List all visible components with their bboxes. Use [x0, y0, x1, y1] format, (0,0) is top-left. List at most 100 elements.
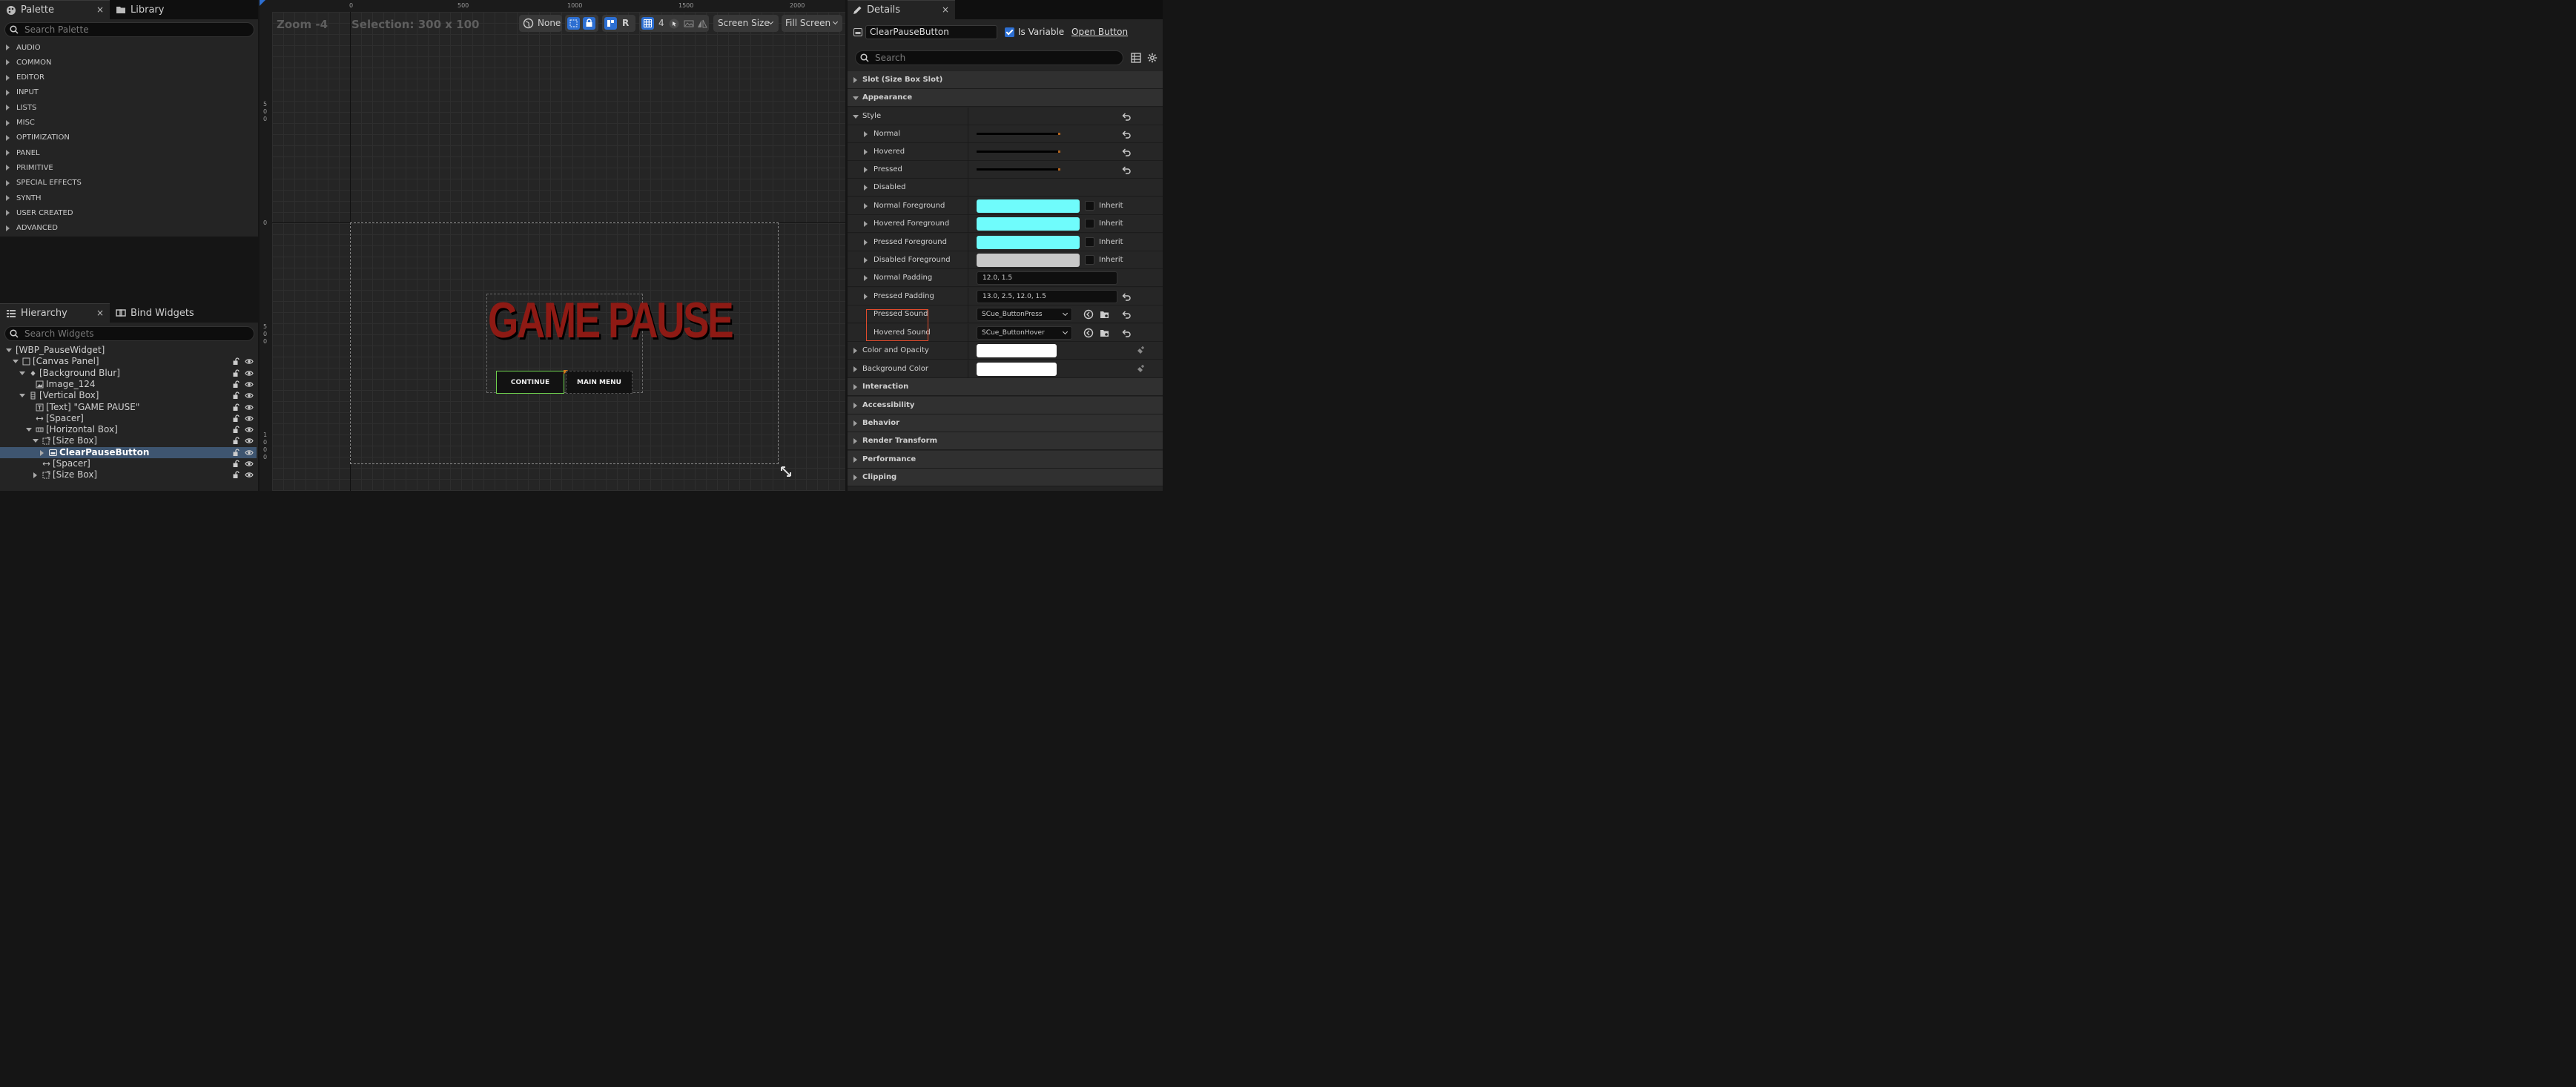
grid-icon[interactable]: [641, 17, 654, 30]
appearance-section[interactable]: Appearance: [848, 89, 1163, 107]
hierarchy-item[interactable]: [WBP_PauseWidget]: [0, 345, 257, 356]
unlock-icon[interactable]: [232, 471, 240, 479]
expand-arrow-icon[interactable]: [33, 472, 37, 479]
game-pause-title[interactable]: GAME PAUSE: [488, 291, 734, 350]
eye-icon[interactable]: [245, 392, 254, 399]
unlock-icon[interactable]: [232, 414, 240, 423]
pressed-foreground-swatch[interactable]: [977, 236, 1080, 249]
clipping-section[interactable]: Clipping: [848, 469, 1163, 486]
inherit-checkbox[interactable]: [1085, 219, 1094, 228]
pressed-brush-preview[interactable]: [977, 168, 1060, 171]
eye-icon[interactable]: [245, 381, 254, 388]
normal-brush-preview[interactable]: [977, 133, 1060, 135]
reset-arrow-icon[interactable]: [1121, 328, 1132, 338]
designer-canvas[interactable]: 0 500 1000 1500 2000 500 0 500 1000 Zoom…: [260, 0, 845, 491]
resize-handle-icon[interactable]: [779, 464, 793, 479]
palette-category[interactable]: SPECIAL EFFECTS: [0, 176, 257, 191]
open-button-link[interactable]: Open Button: [1071, 27, 1128, 37]
selection-tools-group[interactable]: [565, 15, 598, 32]
background-color-row[interactable]: Background Color: [848, 360, 1163, 378]
unlock-icon[interactable]: [232, 426, 240, 434]
eye-icon[interactable]: [245, 426, 254, 433]
hierarchy-item[interactable]: [Background Blur]: [0, 368, 257, 379]
browse-asset-icon[interactable]: [1100, 328, 1110, 338]
pressed-padding-row[interactable]: Pressed Padding 13.0, 2.5, 12.0, 1.5: [848, 288, 1163, 305]
pressed-foreground-row[interactable]: Pressed Foreground Inherit: [848, 234, 1163, 251]
eye-icon[interactable]: [245, 404, 254, 411]
hovered-foreground-row[interactable]: Hovered Foreground Inherit: [848, 215, 1163, 233]
pressed-sound-dropdown[interactable]: SCue_ButtonPress: [977, 308, 1072, 321]
close-icon[interactable]: ×: [96, 4, 104, 15]
main-menu-button[interactable]: MAIN MENU: [566, 371, 633, 394]
hierarchy-item[interactable]: [Spacer]: [0, 458, 257, 469]
details-search[interactable]: [855, 50, 1123, 65]
hovered-brush-row[interactable]: Hovered: [848, 143, 1163, 161]
reset-arrow-icon[interactable]: [1121, 291, 1132, 302]
slot-section[interactable]: Slot (Size Box Slot): [848, 71, 1163, 89]
unlock-icon[interactable]: [232, 357, 240, 366]
palette-search-input[interactable]: [24, 24, 236, 35]
marquee-icon[interactable]: [567, 17, 580, 30]
unlock-icon[interactable]: [232, 437, 240, 445]
bind-icon[interactable]: [1135, 346, 1146, 356]
eye-icon[interactable]: [245, 370, 254, 377]
layout-tools-group[interactable]: R: [602, 15, 635, 32]
palette-category[interactable]: PRIMITIVE: [0, 160, 257, 175]
tab-details[interactable]: Details ×: [848, 0, 955, 19]
collapse-arrow-icon[interactable]: [19, 394, 25, 398]
collapse-arrow-icon[interactable]: [13, 360, 19, 364]
accessibility-section[interactable]: Accessibility: [848, 397, 1163, 414]
eye-icon[interactable]: [245, 415, 254, 422]
hovered-foreground-swatch[interactable]: [977, 217, 1080, 231]
details-search-input[interactable]: [875, 53, 1102, 63]
close-icon[interactable]: ×: [96, 308, 104, 318]
transform-icon[interactable]: [604, 17, 617, 30]
use-selected-asset-icon[interactable]: [1083, 309, 1094, 320]
fill-screen-dropdown[interactable]: Fill Screen: [782, 15, 842, 32]
pressed-padding-field[interactable]: 13.0, 2.5, 12.0, 1.5: [977, 290, 1117, 303]
close-icon[interactable]: ×: [942, 4, 949, 15]
bind-icon[interactable]: [1135, 364, 1146, 374]
palette-search[interactable]: [4, 22, 254, 37]
palette-category[interactable]: INPUT: [0, 85, 257, 100]
tab-palette[interactable]: Palette ×: [0, 0, 110, 19]
palette-category[interactable]: PANEL: [0, 145, 257, 160]
unlock-icon[interactable]: [232, 460, 240, 468]
normal-padding-field[interactable]: 12.0, 1.5: [977, 271, 1117, 285]
palette-category[interactable]: USER CREATED: [0, 205, 257, 220]
flip-icon[interactable]: [697, 19, 707, 29]
reset-arrow-icon[interactable]: [1121, 111, 1132, 122]
palette-category[interactable]: AUDIO: [0, 40, 257, 55]
unlock-icon[interactable]: [232, 369, 240, 377]
expand-arrow-icon[interactable]: [40, 449, 44, 456]
tab-library[interactable]: Library: [110, 0, 206, 19]
hierarchy-item[interactable]: [Horizontal Box]: [0, 424, 257, 435]
use-selected-asset-icon[interactable]: [1083, 328, 1094, 338]
hierarchy-item[interactable]: [Canvas Panel]: [0, 356, 257, 367]
normal-foreground-row[interactable]: Normal Foreground Inherit: [848, 197, 1163, 215]
background-color-swatch[interactable]: [977, 363, 1057, 376]
inherit-checkbox[interactable]: [1085, 201, 1094, 211]
palette-category[interactable]: EDITOR: [0, 70, 257, 85]
palette-category[interactable]: LISTS: [0, 100, 257, 115]
normal-brush-row[interactable]: Normal: [848, 125, 1163, 143]
pressed-brush-row[interactable]: Pressed: [848, 161, 1163, 179]
hierarchy-item[interactable]: [Size Box]: [0, 469, 257, 480]
respect-locks-toggle[interactable]: R: [622, 18, 629, 28]
eye-icon[interactable]: [245, 449, 254, 456]
screen-size-dropdown[interactable]: Screen Size: [713, 15, 779, 32]
hierarchy-item[interactable]: [Vertical Box]: [0, 390, 257, 401]
hierarchy-search-input[interactable]: [24, 328, 236, 339]
hierarchy-item[interactable]: [Size Box]: [0, 435, 257, 446]
collapse-arrow-icon[interactable]: [26, 428, 32, 432]
eye-icon[interactable]: [245, 472, 254, 478]
inherit-checkbox[interactable]: [1085, 255, 1094, 265]
continue-button[interactable]: CONTINUE: [496, 371, 564, 394]
disabled-foreground-swatch[interactable]: [977, 254, 1080, 267]
hierarchy-item[interactable]: [Spacer]: [0, 413, 257, 424]
inherit-checkbox[interactable]: [1085, 237, 1094, 247]
behavior-section[interactable]: Behavior: [848, 414, 1163, 432]
unlock-icon[interactable]: [232, 403, 240, 412]
localization-preview-button[interactable]: None: [519, 15, 562, 32]
palette-category[interactable]: ADVANCED: [0, 221, 257, 236]
